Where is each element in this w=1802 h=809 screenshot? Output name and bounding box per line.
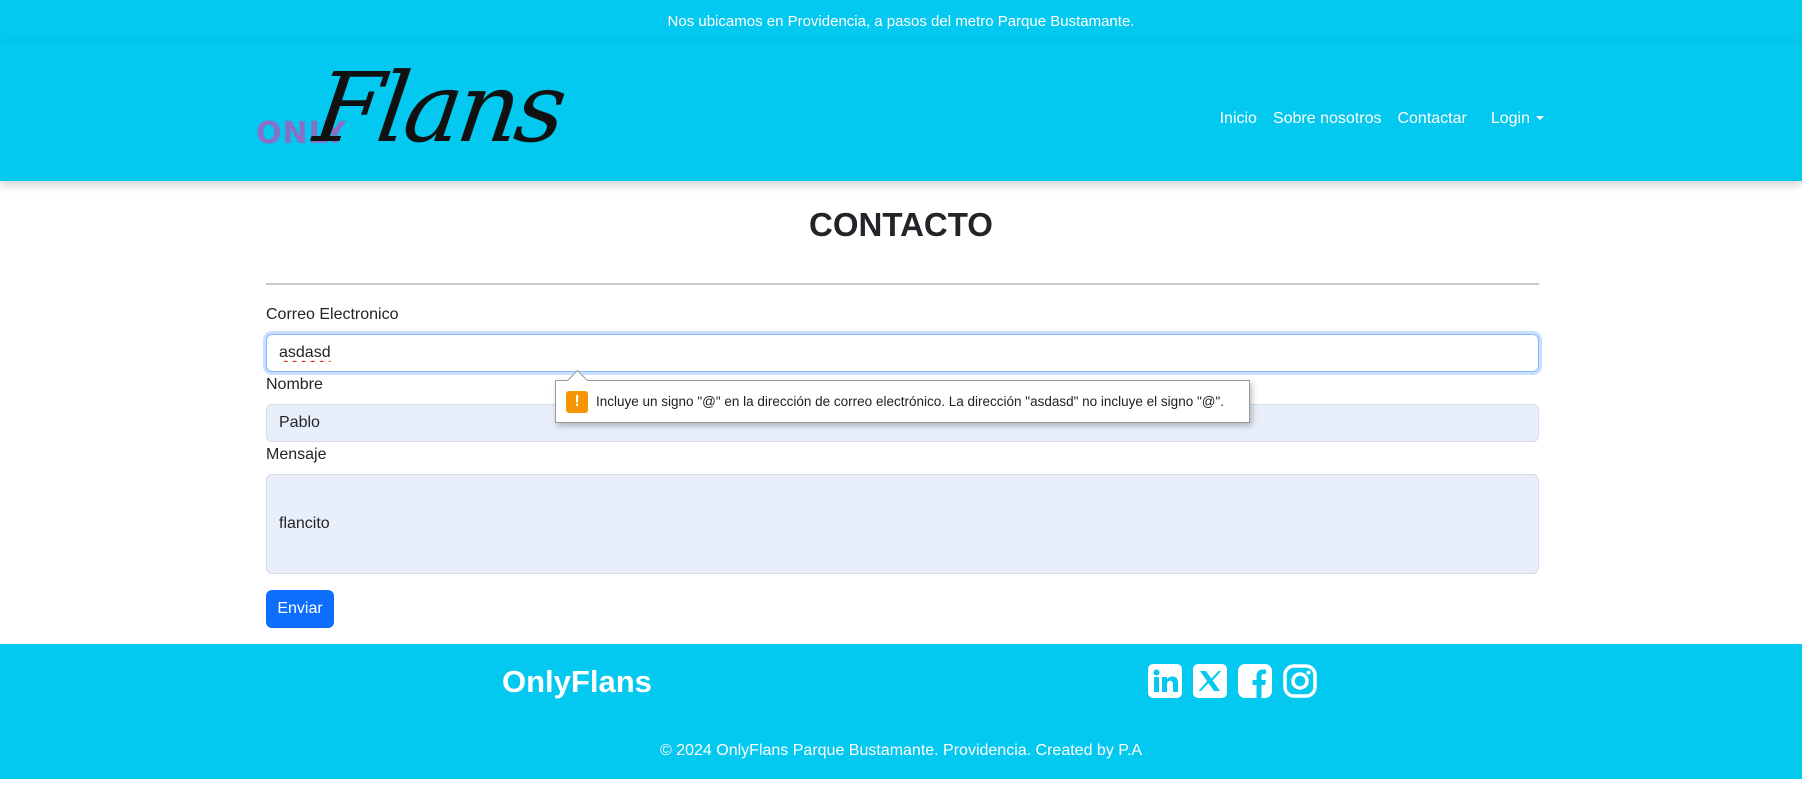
main-nav: Inicio Sobre nosotros Contactar Login <box>1220 110 1544 128</box>
message-text: flancito <box>279 515 330 532</box>
login-dropdown-label: Login <box>1490 110 1530 127</box>
footer-brand: OnlyFlans <box>502 664 652 699</box>
copyright-text: © 2024 OnlyFlans Parque Bustamante. Prov… <box>660 742 1142 759</box>
announcement-text: Nos ubicamos en Providencia, a pasos del… <box>667 12 1135 30</box>
instagram-icon[interactable] <box>1282 663 1318 699</box>
login-dropdown[interactable]: Login <box>1491 110 1544 128</box>
caret-down-icon <box>1536 116 1544 120</box>
logo-wordmark: Flans <box>308 52 570 164</box>
message-label: Mensaje <box>266 446 327 463</box>
title-divider <box>266 283 1539 285</box>
name-label: Nombre <box>266 376 323 393</box>
nav-link-sobre-nosotros[interactable]: Sobre nosotros <box>1273 110 1382 128</box>
submit-button[interactable]: Enviar <box>266 590 334 628</box>
facebook-icon[interactable] <box>1237 663 1273 699</box>
nav-link-contactar[interactable]: Contactar <box>1397 110 1466 128</box>
message-textarea[interactable]: flancito <box>266 474 1539 574</box>
x-twitter-icon[interactable] <box>1192 663 1228 699</box>
email-field[interactable] <box>266 334 1539 372</box>
nav-link-inicio[interactable]: Inicio <box>1220 110 1257 128</box>
page-title: CONTACTO <box>809 206 993 243</box>
email-label: Correo Electronico <box>266 306 399 323</box>
announcement-bar: Nos ubicamos en Providencia, a pasos del… <box>0 0 1802 42</box>
site-logo[interactable]: ONLY Flans <box>252 52 570 172</box>
warning-icon: ! <box>566 390 588 413</box>
tooltip-arrow <box>566 369 589 392</box>
social-links <box>1147 663 1318 699</box>
site-header: ONLY Flans Inicio Sobre nosotros Contact… <box>0 42 1802 181</box>
validation-message: Incluye un signo "@" en la dirección de … <box>596 394 1225 409</box>
linkedin-icon[interactable] <box>1147 663 1183 699</box>
validation-tooltip: ! Incluye un signo "@" en la dirección d… <box>555 369 1250 423</box>
site-footer: OnlyFlans © 2024 OnlyFlans Parque Bustam… <box>0 644 1802 779</box>
